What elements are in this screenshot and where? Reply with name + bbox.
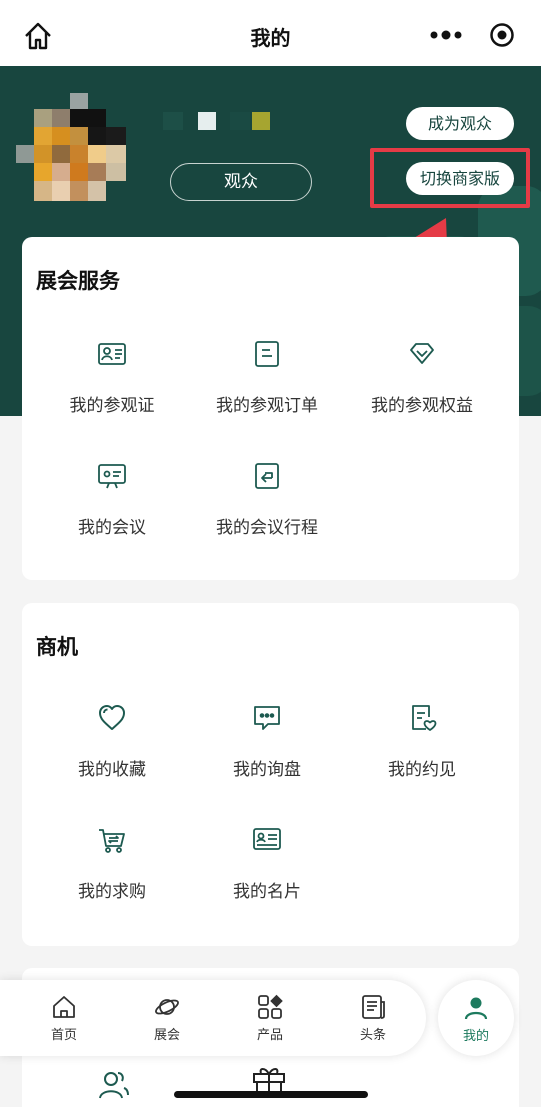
role-badge: 观众 [170,163,312,201]
tab-home[interactable]: 首页 [14,994,114,1043]
my-visit-order-item[interactable]: 我的参观订单 [182,339,352,416]
item-label: 我的询盘 [233,760,301,780]
tab-label: 头条 [359,1028,386,1043]
become-audience-button[interactable]: 成为观众 [406,107,514,140]
item-label: 我的名片 [233,882,301,902]
my-inquiries-item[interactable]: 我的询盘 [182,703,352,780]
exhibition-services-card: 展会服务 我的参观证 我的参观订单 我的参观权益 我的会议 我的会议行程 [22,237,519,580]
my-visit-benefits-item[interactable]: 我的参观权益 [337,339,507,416]
people-icon [99,1072,129,1099]
highlight-box [370,148,530,208]
item-label: 我的参观证 [69,396,155,416]
mini-program-capsule [415,14,529,56]
cart-icon [99,829,125,853]
item-label: 我的会议 [78,518,146,538]
heart-icon [99,705,125,730]
name-redacted [230,112,250,130]
tab-mine[interactable]: 我的 [438,980,514,1056]
tab-label: 首页 [50,1028,77,1043]
item-label: 我的参观订单 [216,396,318,416]
diamond-icon [410,343,434,364]
business-card-icon [253,828,281,850]
my-favorites-item[interactable]: 我的收藏 [27,703,197,780]
home-icon [53,996,75,1018]
my-meeting-itinerary-item[interactable]: 我的会议行程 [182,461,352,538]
item-label: 我的求购 [78,882,146,902]
section-title: 商机 [36,635,78,659]
name-redacted [198,112,216,130]
order-icon [255,341,279,367]
home-indicator [174,1091,368,1098]
my-purchase-requests-item[interactable]: 我的求购 [27,825,197,902]
more-icon[interactable] [429,26,463,44]
item-label: 我的约见 [388,760,456,780]
tab-label: 产品 [256,1028,283,1043]
itinerary-icon [255,463,279,489]
appointment-icon [412,705,437,731]
item-label: 我的收藏 [78,760,146,780]
item-label: 我的会议行程 [216,518,318,538]
my-appointments-item[interactable]: 我的约见 [337,703,507,780]
tab-exhibition[interactable]: 展会 [117,994,217,1043]
planet-icon [155,999,179,1015]
my-business-card-item[interactable]: 我的名片 [182,825,352,902]
my-visit-pass-item[interactable]: 我的参观证 [27,339,197,416]
section-title: 展会服务 [36,269,120,293]
my-meeting-item[interactable]: 我的会议 [27,461,197,538]
avatar[interactable] [16,93,128,205]
meeting-icon [98,464,126,489]
tab-headlines[interactable]: 头条 [323,994,423,1043]
tab-label: 我的 [462,1029,489,1044]
name-redacted [252,112,270,130]
chat-icon [254,706,280,730]
name-redacted [163,112,183,130]
id-card-icon [98,343,126,365]
tab-products[interactable]: 产品 [220,994,320,1043]
news-icon [362,995,385,1019]
close-target-icon[interactable] [489,22,515,48]
business-opportunity-card: 商机 我的收藏 我的询盘 我的约见 我的求购 我的名片 [22,603,519,946]
tab-bar: 首页 展会 产品 头条 [0,980,426,1056]
tab-label: 展会 [153,1028,180,1043]
products-icon [258,994,283,1019]
person-icon [464,997,488,1020]
item-label: 我的参观权益 [371,396,473,416]
